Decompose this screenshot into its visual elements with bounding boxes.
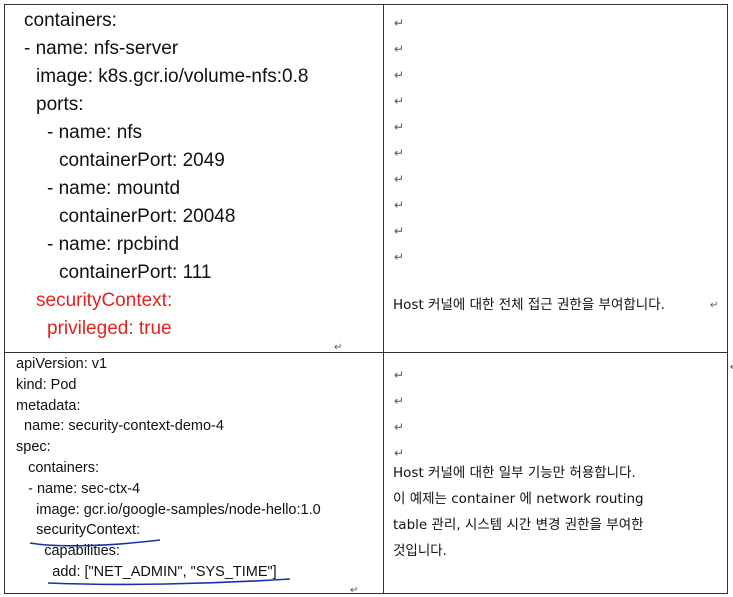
bottom-description: Host 커널에 대한 일부 기능만 허용합니다. 이 예제는 container… [393,460,644,564]
paragraph-mark: ↵ [394,394,405,408]
bottom-description-line: 이 예제는 container 에 network routing [393,491,644,507]
underline-stroke-add [47,578,291,586]
paragraph-mark: ↵ [394,420,405,434]
bottom-description-line: table 관리, 시스템 시간 변경 권한을 부여한 [393,517,644,533]
underline-stroke-security-context [29,539,161,547]
bottom-description-line: Host 커널에 대한 일부 기능만 허용합니다. [393,465,636,481]
paragraph-mark: ↵ [394,368,405,382]
bottom-cell-end-mark: ↵ [350,585,359,596]
bottom-description-line: 것입니다. [393,543,447,559]
bottom-paragraph-marks: ↵ ↵ ↵ ↵ [394,362,404,466]
